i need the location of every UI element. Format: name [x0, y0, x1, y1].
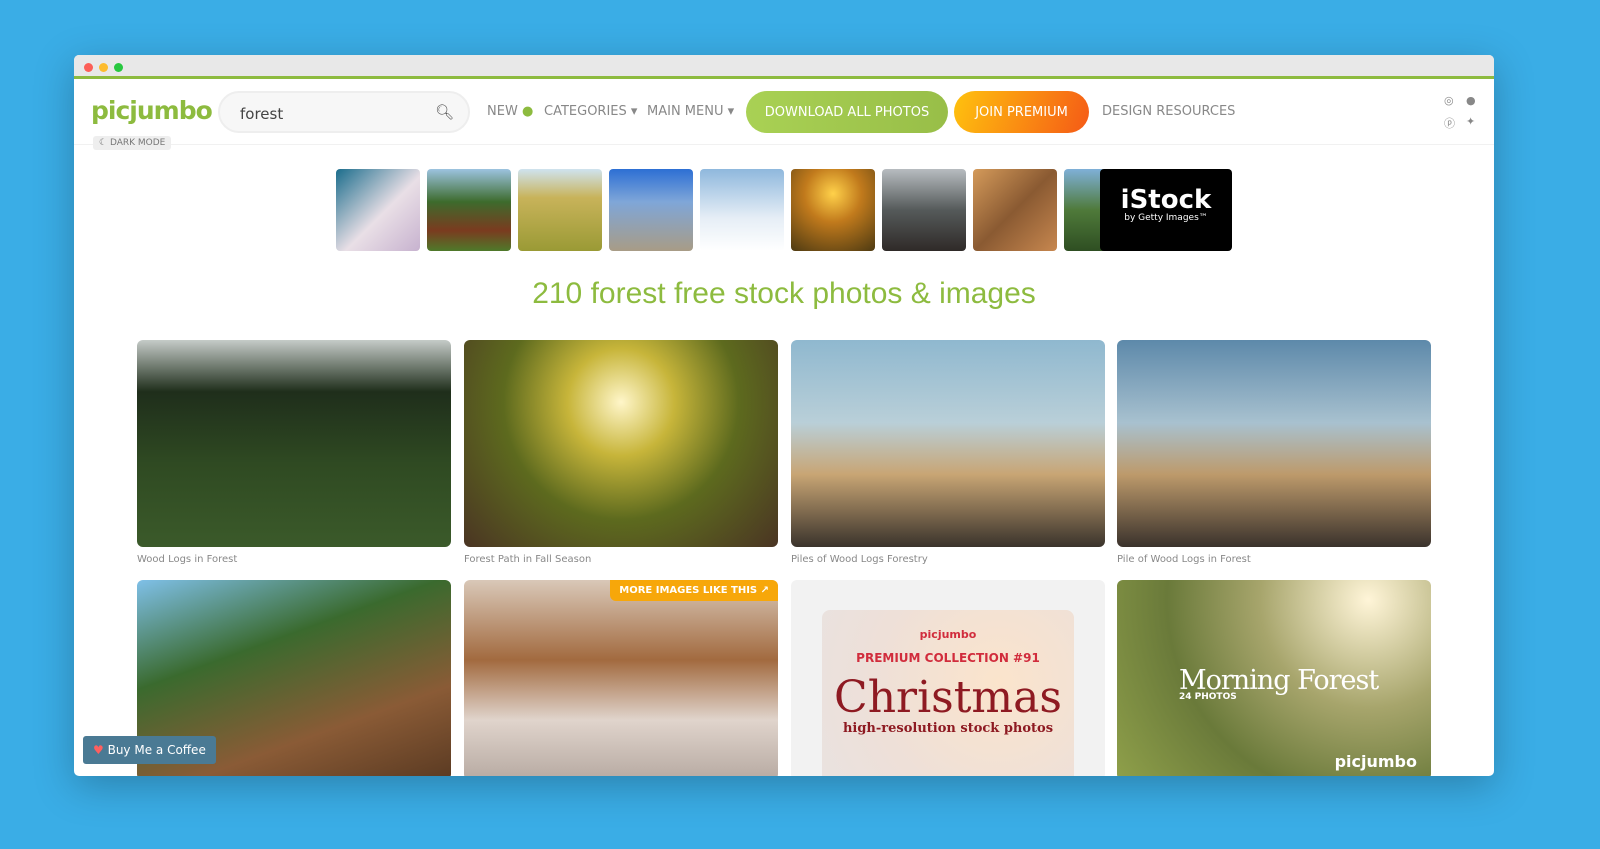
coffee-label: Buy Me a Coffee [107, 743, 206, 757]
browser-window: picjumbo ☾ DARK MODE forest 🔍︎ NEW ● CATE… [74, 55, 1494, 776]
coffee-cup-icon: ♥ [93, 743, 104, 757]
photo-caption[interactable]: Wood Logs in Forest [137, 554, 237, 565]
nav-new-label: NEW [487, 104, 518, 119]
thumbnail[interactable] [973, 169, 1057, 251]
collection-card[interactable]: Morning Forest 24 PHOTOS picjumbo [1117, 580, 1431, 776]
nav-categories[interactable]: CATEGORIES ▾ [544, 104, 637, 119]
istock-sub: by Getty Images™ [1124, 213, 1208, 223]
nav-new[interactable]: NEW ● [487, 104, 533, 119]
dark-mode-label: DARK MODE [109, 138, 166, 148]
title-bar [74, 55, 1494, 79]
thumbnail[interactable] [336, 169, 420, 251]
instagram-icon[interactable]: ◎ [1444, 94, 1454, 107]
photo-caption[interactable]: Piles of Wood Logs Forestry [791, 554, 928, 565]
istock-logo: iStock [1120, 185, 1212, 215]
twitter-icon[interactable]: ✦ [1466, 115, 1475, 128]
sponsored-thumbnails [336, 169, 1114, 251]
thumbnail[interactable] [700, 169, 784, 251]
premium-collection-label: PREMIUM COLLECTION #91 [856, 651, 1040, 665]
photo-card[interactable] [137, 340, 451, 547]
dark-mode-toggle[interactable]: ☾ DARK MODE [93, 136, 172, 150]
premium-logo: picjumbo [919, 628, 977, 641]
maximize-dot[interactable] [114, 63, 123, 72]
logo[interactable]: picjumbo [91, 96, 213, 125]
premium-collection-card[interactable]: picjumbo PREMIUM COLLECTION #91 Christma… [791, 580, 1105, 776]
thumbnail[interactable] [882, 169, 966, 251]
page-title: 210 forest free stock photos & images [532, 277, 1036, 310]
thumbnail[interactable] [609, 169, 693, 251]
search-input[interactable]: forest 🔍︎ [218, 91, 470, 133]
thumbnail[interactable] [427, 169, 511, 251]
premium-title: Christmas [834, 672, 1062, 723]
collection-count: 24 PHOTOS [1179, 692, 1237, 702]
photo-card[interactable]: MORE IMAGES LIKE THIS ↗ [464, 580, 778, 776]
pinterest-icon[interactable]: ⓟ [1444, 115, 1455, 131]
nav-main-menu[interactable]: MAIN MENU ▾ [647, 104, 734, 119]
search-icon[interactable]: 🔍︎ [435, 103, 454, 121]
nav-design-resources[interactable]: DESIGN RESOURCES [1102, 104, 1235, 119]
premium-banner: picjumbo PREMIUM COLLECTION #91 Christma… [822, 610, 1074, 776]
collection-logo: picjumbo [1334, 752, 1417, 771]
more-images-button[interactable]: MORE IMAGES LIKE THIS ↗ [610, 580, 778, 601]
thumbnail[interactable] [791, 169, 875, 251]
header: picjumbo ☾ DARK MODE forest 🔍︎ NEW ● CATE… [74, 82, 1494, 150]
photo-card[interactable] [791, 340, 1105, 547]
photo-card[interactable] [1117, 340, 1431, 547]
thumbnail[interactable] [518, 169, 602, 251]
new-dot-icon: ● [521, 104, 534, 119]
buy-me-a-coffee-button[interactable]: ♥ Buy Me a Coffee [83, 736, 216, 764]
premium-subtitle: high-resolution stock photos [842, 721, 1054, 736]
download-all-button[interactable]: DOWNLOAD ALL PHOTOS [746, 91, 948, 133]
facebook-icon[interactable]: ● [1466, 94, 1476, 107]
istock-ad[interactable]: iStock by Getty Images™ [1100, 169, 1232, 251]
search-value: forest [240, 105, 284, 123]
photo-caption[interactable]: Pile of Wood Logs in Forest [1117, 554, 1251, 565]
photo-card[interactable] [464, 340, 778, 547]
photo-caption[interactable]: Forest Path in Fall Season [464, 554, 591, 565]
close-dot[interactable] [84, 63, 93, 72]
minimize-dot[interactable] [99, 63, 108, 72]
join-premium-button[interactable]: JOIN PREMIUM [954, 91, 1089, 133]
